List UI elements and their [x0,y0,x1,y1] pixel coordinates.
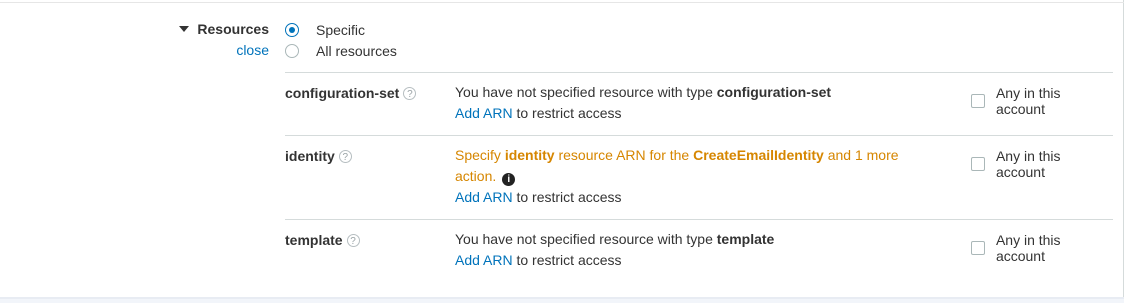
question-circle-icon[interactable]: ? [338,149,352,163]
warn-action: CreateEmailIdentity [693,147,824,163]
checkbox[interactable] [971,157,985,171]
radio-button-checked[interactable] [285,23,299,37]
question-circle-icon[interactable]: ? [346,233,360,247]
resource-name-text: configuration-set [285,85,400,101]
resources-panel: Resources close Specific All resources c… [0,0,1124,303]
any-in-account-checkbox[interactable]: Any in this account [971,232,1113,264]
row-divider [285,219,1113,220]
desc-text: You have not specified resource with typ… [455,84,717,100]
resources-toggle[interactable]: Resources [179,21,269,37]
row-divider [285,72,1113,73]
resource-name-text: template [285,232,343,248]
radio-label-all-resources: All resources [316,43,397,59]
any-label: Any in this account [995,232,1061,264]
warn-text: and 1 more [823,147,899,163]
resources-title: Resources [197,21,269,37]
desc-type: configuration-set [716,84,832,100]
checkbox[interactable] [971,241,985,255]
any-label: Any in this account [995,85,1061,117]
warn-text: resource ARN for the [554,147,694,163]
restrict-text: to restrict access [512,252,622,268]
resource-warning: Specify identity resource ARN for the Cr… [455,145,915,208]
desc-type: template [716,231,775,247]
radio-label-specific: Specific [316,22,366,38]
resource-name: template ? [285,232,360,248]
close-link[interactable]: close [236,42,269,58]
restrict-text: to restrict access [512,189,622,205]
question-circle-icon[interactable]: ? [403,86,417,100]
add-arn-link[interactable]: Add ARN [455,105,513,121]
checkbox[interactable] [971,94,985,108]
warn-text: Specify [455,147,505,163]
add-arn-link[interactable]: Add ARN [455,252,513,268]
row-divider [285,135,1113,136]
add-arn-link[interactable]: Add ARN [455,189,513,205]
radio-specific[interactable]: Specific [285,22,365,38]
resource-name: configuration-set ? [285,85,417,101]
top-divider [0,2,1124,3]
warn-type: identity [504,147,555,163]
bottom-band [0,299,1124,303]
caret-down-icon [179,26,190,32]
restrict-text: to restrict access [512,105,622,121]
any-in-account-checkbox[interactable]: Any in this account [971,85,1113,117]
radio-all-resources[interactable]: All resources [285,43,397,59]
info-circle-icon[interactable]: i [502,173,516,186]
resource-description: You have not specified resource with typ… [455,82,915,124]
resource-name: identity ? [285,148,352,164]
resource-name-text: identity [285,148,335,164]
any-in-account-checkbox[interactable]: Any in this account [971,148,1113,180]
radio-button[interactable] [285,44,299,58]
warn-text: action. [455,168,497,184]
any-label: Any in this account [995,148,1061,180]
desc-text: You have not specified resource with typ… [455,231,717,247]
resource-description: You have not specified resource with typ… [455,229,915,271]
